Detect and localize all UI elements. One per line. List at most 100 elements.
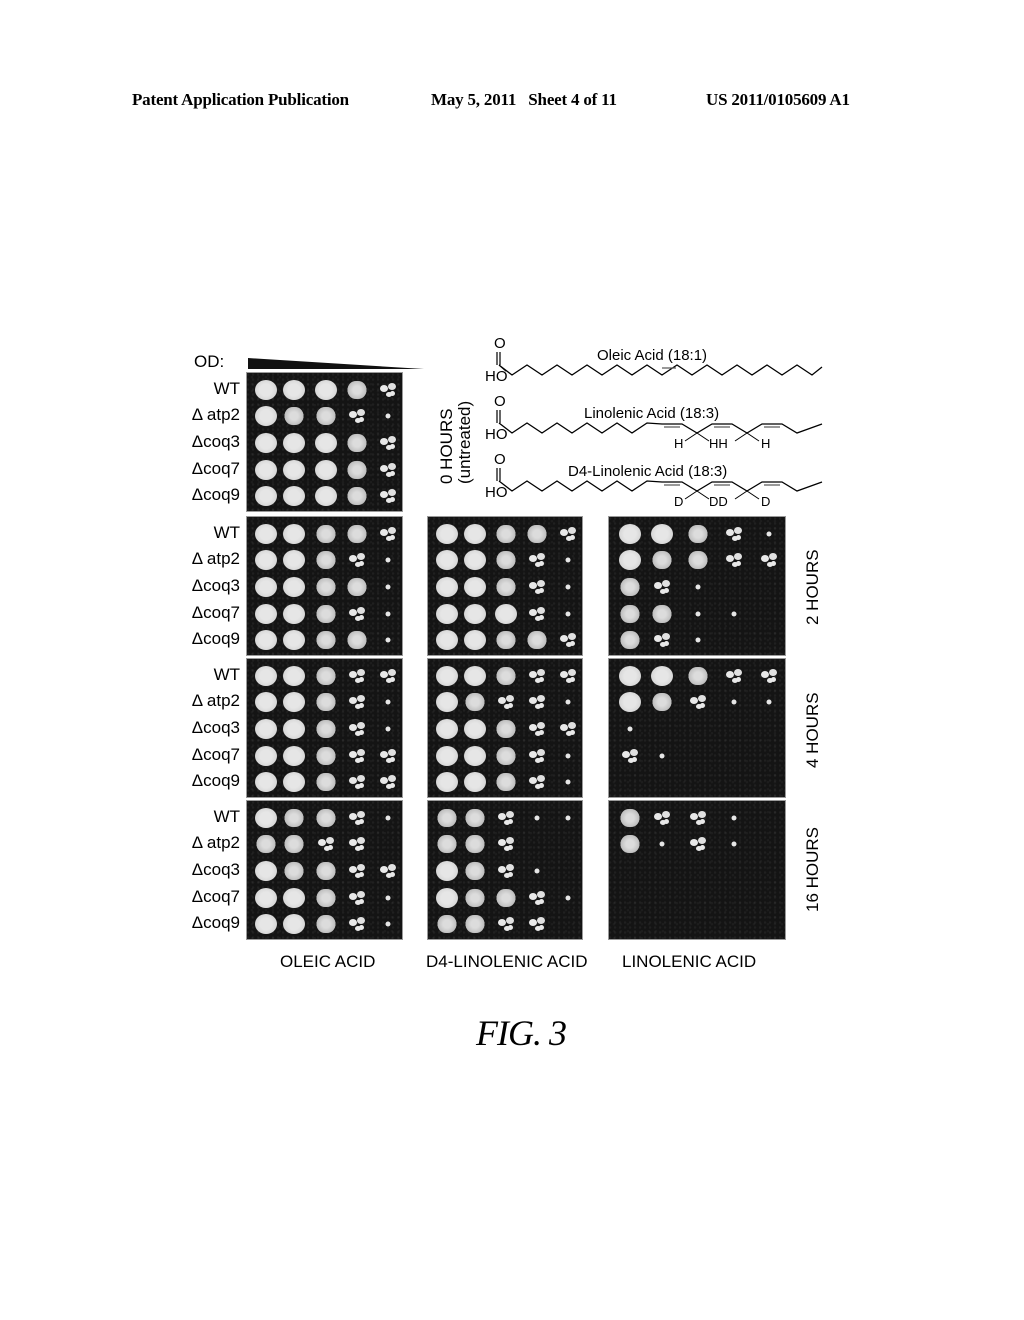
- colony-spot: [315, 551, 336, 570]
- colony-spot: [283, 665, 306, 686]
- colony-spot: [651, 665, 674, 686]
- strain-label: Δcoq7: [191, 602, 240, 622]
- colony-spot: [346, 524, 367, 543]
- colony-spot: [254, 577, 277, 597]
- colony-spot: [725, 552, 743, 568]
- colony-spot: [385, 611, 391, 617]
- colony-spot: [652, 604, 673, 623]
- time-label-4h: 4 HOURS: [803, 692, 822, 768]
- colony-spot: [497, 863, 515, 879]
- colony-spot: [314, 486, 337, 507]
- colony-spot: [652, 551, 673, 570]
- colony-spot: [435, 772, 458, 793]
- colony-spot: [283, 486, 306, 507]
- colony-spot: [651, 523, 674, 544]
- colony-spot: [435, 719, 458, 739]
- strain-label: Δcoq7: [191, 744, 240, 764]
- colony-spot: [659, 841, 665, 847]
- colony-spot: [464, 915, 485, 934]
- colony-spot: [314, 379, 337, 400]
- colony-spot: [284, 835, 305, 854]
- colony-spot: [689, 694, 707, 710]
- colony-spot: [653, 632, 671, 648]
- colony-spot: [464, 888, 485, 907]
- colony-spot: [284, 407, 305, 426]
- colony-spot: [315, 808, 336, 827]
- colony-spot: [527, 524, 548, 543]
- colony-spot: [348, 890, 366, 906]
- colony-spot: [317, 836, 335, 852]
- column-label-linolenic: LINOLENIC ACID: [622, 952, 757, 971]
- panel-oleic: [246, 658, 403, 798]
- colony-spot: [689, 810, 707, 826]
- colony-spot: [435, 630, 458, 651]
- colony-spot: [496, 746, 516, 765]
- colony-spot: [348, 694, 366, 710]
- colony-spot: [496, 888, 516, 907]
- colony-spot: [528, 606, 546, 622]
- structure-name-oleic: Oleic Acid (18:1): [597, 347, 707, 364]
- colony-spot: [348, 774, 366, 790]
- colony-spot: [695, 584, 701, 590]
- colony-spot: [496, 631, 516, 650]
- linolenic-chain: [498, 422, 823, 434]
- carbonyl-o-label: O: [494, 338, 506, 352]
- colony-spot: [565, 557, 571, 563]
- colony-spot: [379, 774, 397, 790]
- colony-spot: [254, 486, 277, 507]
- colony-spot: [497, 694, 515, 710]
- colony-spot: [731, 815, 737, 821]
- colony-spot: [435, 603, 458, 624]
- h-label-2: HH: [709, 436, 728, 451]
- colony-spot: [435, 577, 458, 597]
- hydroxyl-label: HO: [485, 368, 508, 385]
- colony-spot: [435, 550, 458, 571]
- colony-spot: [463, 550, 486, 571]
- oleic-chain: [498, 364, 823, 376]
- colony-spot: [688, 524, 708, 543]
- colony-spot: [283, 603, 306, 624]
- colony-spot: [463, 630, 486, 651]
- colony-spot: [464, 808, 485, 827]
- colony-spot: [315, 915, 336, 934]
- colony-spot: [653, 579, 671, 595]
- colony-spot: [315, 604, 336, 623]
- colony-spot: [621, 748, 639, 764]
- strain-label: WT: [213, 806, 240, 826]
- colony-spot: [731, 841, 737, 847]
- colony-spot: [346, 434, 367, 452]
- strain-label: Δ atp2: [191, 549, 240, 569]
- colony-spot: [315, 720, 336, 738]
- d4-linolenic-chain: [498, 480, 823, 492]
- colony-spot: [254, 692, 277, 713]
- colony-spot: [435, 861, 458, 881]
- colony-spot: [559, 721, 577, 737]
- colony-spot: [463, 577, 486, 597]
- colony-spot: [254, 433, 277, 453]
- colony-spot: [314, 459, 337, 480]
- colony-spot: [620, 604, 641, 623]
- colony-spot: [496, 578, 516, 596]
- colony-spot: [695, 637, 701, 643]
- colony-spot: [565, 699, 571, 705]
- colony-spot: [760, 552, 778, 568]
- colony-spot: [348, 748, 366, 764]
- colony-spot: [565, 584, 571, 590]
- d-label-3: D: [761, 494, 770, 508]
- colony-spot: [688, 551, 708, 570]
- colony-spot: [254, 807, 277, 828]
- strain-label: Δcoq9: [191, 913, 240, 933]
- colony-spot: [496, 720, 516, 738]
- colony-spot: [497, 810, 515, 826]
- colony-spot: [346, 631, 367, 650]
- colony-spot: [463, 772, 486, 793]
- colony-spot: [348, 916, 366, 932]
- colony-spot: [346, 460, 367, 479]
- colony-spot: [725, 668, 743, 684]
- colony-spot: [435, 665, 458, 686]
- structure-linolenic: O HO H HH H Linolenic Acid (18:3): [485, 393, 823, 451]
- colony-spot: [254, 887, 277, 908]
- publication-type: Patent Application Publication: [132, 90, 349, 109]
- colony-spot: [283, 523, 306, 544]
- colony-spot: [283, 459, 306, 480]
